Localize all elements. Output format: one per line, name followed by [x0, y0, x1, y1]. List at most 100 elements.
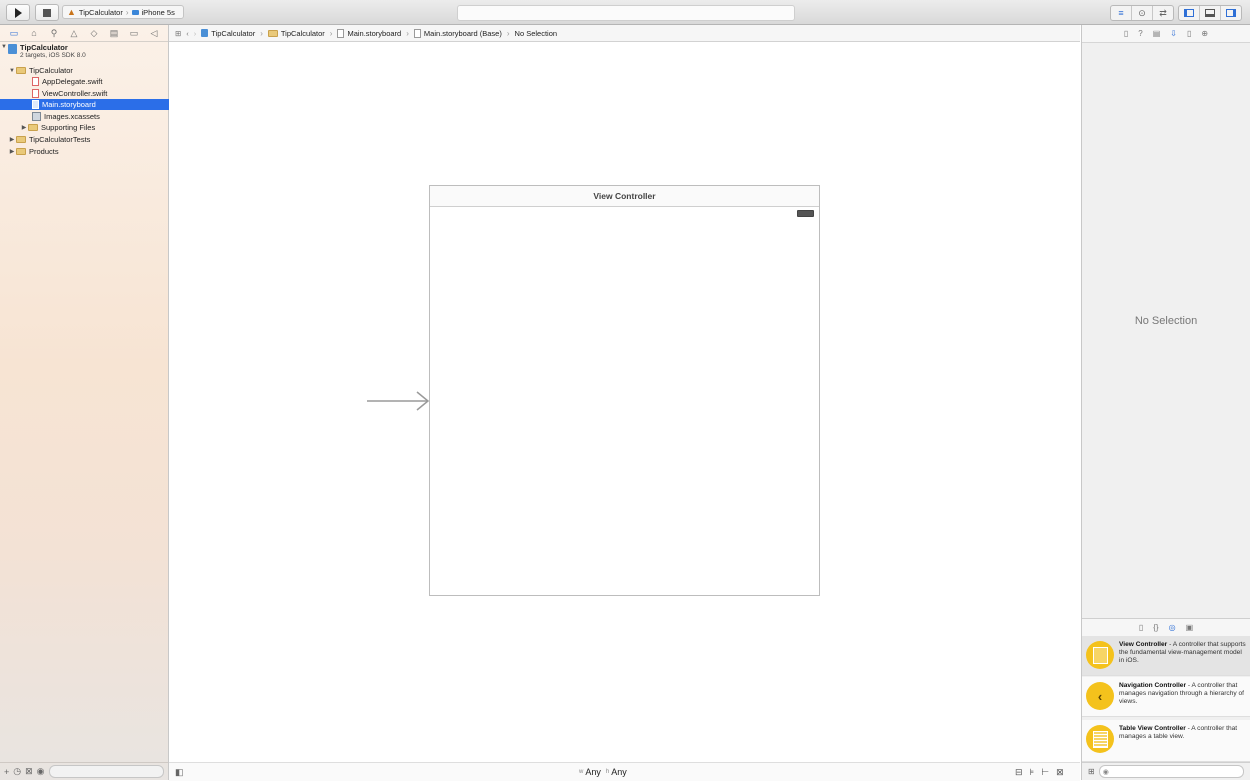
folder-icon[interactable]: ▭ — [9, 28, 20, 38]
breadcrumb-project[interactable]: TipCalculator — [201, 29, 255, 38]
tree-item-label: Main.storyboard — [42, 100, 96, 109]
folder-icon — [16, 67, 26, 74]
project-icon — [8, 44, 17, 54]
tree-item-label: TipCalculatorTests — [29, 135, 91, 144]
debug-icon[interactable]: ▤ — [109, 28, 120, 38]
library-filter-input[interactable]: ◉ — [1098, 765, 1244, 778]
version-editor-icon[interactable]: ⇄ — [1153, 6, 1173, 20]
tree-item-group[interactable]: ▶ Supporting Files — [0, 122, 188, 133]
tree-item-group[interactable]: ▶ Products — [0, 146, 176, 157]
editor-mode-control[interactable]: ≡ ⊙ ⇄ — [1110, 5, 1174, 21]
tree-item-group[interactable]: ▶ TipCalculatorTests — [0, 134, 176, 145]
connections-icon[interactable]: ⊕ — [1201, 29, 1208, 38]
battery-icon — [797, 210, 814, 217]
symbol-icon[interactable]: ⌂ — [29, 28, 40, 38]
scheme-selector[interactable]: ▲ TipCalculator › iPhone 5s — [62, 5, 184, 19]
search-icon[interactable]: ⚲ — [49, 28, 60, 38]
tree-item-group[interactable]: ▼ TipCalculator — [0, 65, 176, 76]
recent-icon[interactable]: ◷ — [13, 766, 21, 777]
warning-icon[interactable]: △ — [69, 28, 80, 38]
size-icon[interactable]: ▯ — [1187, 29, 1191, 38]
filter-icon[interactable]: ◉ — [37, 766, 45, 777]
code-snippet-icon[interactable]: {} — [1153, 623, 1158, 632]
project-root[interactable]: ▼ TipCalculator 2 targets, iOS SDK 8.0 — [0, 44, 168, 62]
run-button[interactable] — [6, 4, 30, 21]
jump-bar: ⊞ ‹ › TipCalculator › TipCalculator › Ma… — [169, 25, 1080, 42]
storyboard-file-icon — [413, 28, 421, 38]
navigator-filter-input[interactable] — [48, 765, 164, 778]
outline-toggle-icon[interactable]: ◧ — [175, 767, 184, 778]
folder-icon — [267, 29, 278, 37]
grid-view-icon[interactable]: ⊞ — [1088, 767, 1095, 776]
add-icon[interactable]: + — [4, 767, 9, 777]
disclosure-open-icon[interactable]: ▼ — [8, 68, 16, 74]
disclosure-closed-icon[interactable]: ▶ — [8, 136, 16, 143]
breadcrumb-selection[interactable]: No Selection — [515, 29, 558, 38]
identity-icon[interactable]: ▤ — [1153, 29, 1161, 38]
view-controller-scene[interactable]: View Controller — [429, 185, 820, 596]
project-navigator: ▭ ⌂ ⚲ △ ◇ ▤ ▭ ◁ ▼ TipCalculator 2 target… — [0, 25, 200, 780]
library-footer: ⊞ ◉ — [1082, 762, 1250, 780]
library-item-title: Navigation Controller — [1119, 682, 1187, 689]
scheme-device: iPhone 5s — [141, 7, 175, 17]
stack-icon[interactable]: ⊟ — [1015, 767, 1023, 778]
chevron-right-icon: › — [125, 7, 129, 17]
related-items-icon[interactable]: ⊞ — [175, 29, 181, 38]
breakpoint-icon[interactable]: ▭ — [129, 28, 140, 38]
scm-filter-icon[interactable]: ⊠ — [25, 766, 33, 777]
media-library-icon[interactable]: ▣ — [1186, 623, 1194, 632]
breadcrumb-label: TipCalculator — [211, 28, 256, 38]
breadcrumb-file[interactable]: Main.storyboard — [337, 28, 401, 38]
app-icon: ▲ — [67, 7, 76, 17]
storyboard-file-icon — [32, 100, 39, 109]
align-icon[interactable]: ⊧ — [1030, 767, 1035, 778]
project-icon — [201, 29, 209, 37]
toolbar: ▲ TipCalculator › iPhone 5s ≡ ⊙ ⇄ — [0, 0, 1250, 25]
view-toggle-control[interactable] — [1178, 5, 1242, 21]
scheme-target: TipCalculator — [78, 7, 123, 17]
view-controller-icon — [1086, 641, 1114, 669]
report-icon[interactable]: ◁ — [149, 28, 160, 38]
stop-button[interactable] — [35, 4, 59, 21]
back-icon[interactable]: ‹ — [186, 29, 189, 38]
utilities-toggle-icon[interactable] — [1221, 6, 1241, 20]
standard-editor-icon[interactable]: ≡ — [1111, 6, 1132, 20]
quick-help-icon[interactable]: ? — [1138, 29, 1142, 38]
size-class-width: Any — [585, 767, 601, 777]
navigator-toggle-icon[interactable] — [1179, 6, 1200, 20]
utilities-area: ▯ ? ▤ ⇩ ▯ ⊕ No Selection ▯ {} ◎ ▣ View C… — [1081, 25, 1250, 780]
project-subtitle: 2 targets, iOS SDK 8.0 — [20, 52, 86, 59]
debug-area-toggle-icon[interactable] — [1200, 6, 1221, 20]
library-item-view-controller[interactable]: View Controller - A controller that supp… — [1082, 636, 1250, 676]
initial-view-controller-arrow[interactable] — [365, 390, 431, 412]
swift-file-icon — [32, 77, 39, 86]
resolve-icon[interactable]: ⊠ — [1056, 767, 1064, 778]
disclosure-open-icon[interactable]: ▼ — [0, 44, 8, 50]
folder-icon — [16, 136, 26, 143]
scene-title[interactable]: View Controller — [430, 186, 819, 207]
breadcrumb-group[interactable]: TipCalculator — [267, 29, 325, 38]
size-class-height: Any — [611, 767, 627, 777]
folder-icon — [28, 124, 38, 131]
forward-icon[interactable]: › — [194, 29, 197, 38]
folder-icon — [16, 148, 26, 155]
asset-catalog-icon — [32, 112, 41, 121]
assistant-editor-icon[interactable]: ⊙ — [1132, 6, 1153, 20]
width-icon: w — [579, 769, 584, 775]
library-item-navigation-controller[interactable]: ‹ Navigation Controller - A controller t… — [1082, 677, 1250, 717]
tree-item-label: Supporting Files — [41, 123, 96, 132]
height-icon: h — [605, 769, 610, 775]
library-item-title: View Controller — [1119, 641, 1168, 648]
attributes-icon[interactable]: ⇩ — [1170, 29, 1177, 38]
breadcrumb-localization[interactable]: Main.storyboard (Base) — [413, 28, 502, 38]
disclosure-closed-icon[interactable]: ▶ — [8, 148, 16, 155]
pin-icon[interactable]: ⊢ — [1041, 767, 1049, 778]
disclosure-closed-icon[interactable]: ▶ — [20, 124, 28, 131]
size-class-control[interactable]: w Any h Any — [579, 767, 627, 777]
object-library-icon[interactable]: ◎ — [1169, 623, 1176, 632]
test-icon[interactable]: ◇ — [89, 28, 100, 38]
file-icon[interactable]: ▯ — [1124, 29, 1128, 38]
chevron-right-icon: › — [260, 28, 263, 38]
library-item-table-view-controller[interactable]: Table View Controller - A controller tha… — [1082, 720, 1250, 762]
file-template-icon[interactable]: ▯ — [1139, 623, 1143, 632]
